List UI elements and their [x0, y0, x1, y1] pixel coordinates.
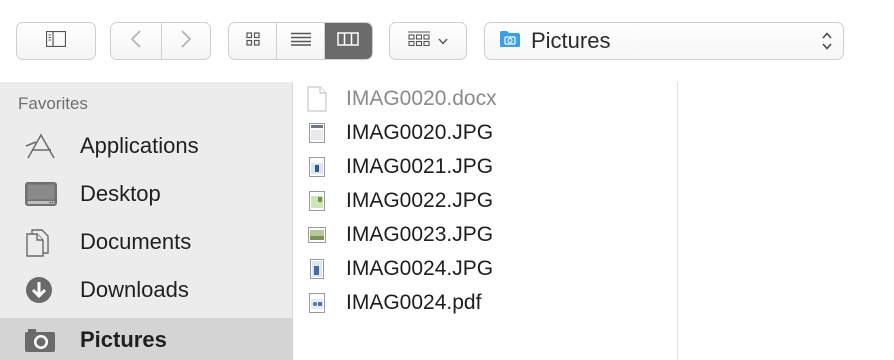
image-thumbnail-icon: [306, 255, 328, 283]
file-row[interactable]: IMAG0020.JPG: [294, 116, 678, 150]
blank-document-icon: [306, 85, 328, 113]
image-thumbnail-icon: [306, 221, 328, 249]
file-name: IMAG0020.JPG: [346, 121, 494, 144]
column-view-button[interactable]: [323, 23, 372, 59]
columns-icon: [337, 31, 360, 51]
up-down-chevron-icon: [821, 30, 833, 57]
file-name: IMAG0024.JPG: [346, 257, 494, 280]
chevron-left-icon: [130, 29, 142, 54]
pictures-folder-icon: [499, 30, 521, 53]
chevron-down-icon: [438, 32, 448, 50]
sidebar-item-label: Desktop: [80, 181, 161, 206]
image-thumbnail-icon: [306, 187, 328, 215]
sidebar-item-documents[interactable]: Documents: [0, 220, 293, 264]
path-popup-button[interactable]: Pictures: [484, 22, 844, 60]
sidebar-toggle-button[interactable]: [16, 22, 96, 60]
file-column: IMAG0020.docx IMAG0020.JPG IMAG0021.JPG: [294, 82, 678, 360]
arrange-button[interactable]: [389, 22, 467, 60]
list-view-button[interactable]: [276, 23, 323, 59]
finder-toolbar: Pictures: [0, 0, 894, 82]
sidebar-item-label: Applications: [80, 133, 199, 158]
path-popup-label: Pictures: [531, 28, 611, 53]
file-name: IMAG0024.pdf: [346, 291, 482, 314]
image-thumbnail-icon: [306, 119, 328, 147]
icon-view-button[interactable]: [229, 23, 276, 59]
file-row[interactable]: IMAG0024.pdf: [294, 286, 678, 320]
sidebar-item-label: Downloads: [80, 277, 189, 302]
arrange-grid-icon: [408, 30, 430, 52]
sidebar-item-pictures[interactable]: Pictures: [0, 318, 293, 360]
sidebar-item-label: Documents: [80, 229, 192, 254]
sidebar-heading: Favorites: [18, 94, 88, 113]
file-name: IMAG0021.JPG: [346, 155, 494, 178]
sidebar-item-downloads[interactable]: Downloads: [0, 268, 293, 312]
file-row[interactable]: IMAG0024.JPG: [294, 252, 678, 286]
file-row[interactable]: IMAG0020.docx: [294, 82, 678, 116]
forward-button[interactable]: [160, 23, 211, 59]
file-name: IMAG0022.JPG: [346, 189, 494, 212]
sidebar-item-label: Pictures: [80, 327, 167, 352]
list-icon: [290, 32, 311, 51]
file-name: IMAG0020.docx: [346, 87, 497, 110]
file-name: IMAG0023.JPG: [346, 223, 494, 246]
applications-icon: [24, 131, 62, 161]
empty-preview-column: [679, 82, 894, 360]
image-thumbnail-icon: [306, 153, 328, 181]
file-row[interactable]: IMAG0022.JPG: [294, 184, 678, 218]
chevron-right-icon: [180, 29, 192, 54]
desktop-icon: [24, 179, 62, 209]
documents-icon: [24, 227, 62, 257]
sidebar-toggle-icon: [45, 30, 67, 52]
sidebar-item-applications[interactable]: Applications: [0, 124, 293, 168]
camera-icon: [24, 325, 62, 355]
file-row[interactable]: IMAG0023.JPG: [294, 218, 678, 252]
back-button[interactable]: [111, 23, 161, 59]
back-forward-control: [110, 22, 211, 60]
view-mode-control: [228, 22, 373, 60]
pdf-document-icon: [306, 289, 328, 317]
grid-icon: [246, 31, 260, 51]
downloads-icon: [24, 275, 62, 305]
file-row[interactable]: IMAG0021.JPG: [294, 150, 678, 184]
sidebar: Favorites Applications Desktop Documents…: [0, 82, 293, 360]
sidebar-item-desktop[interactable]: Desktop: [0, 172, 293, 216]
